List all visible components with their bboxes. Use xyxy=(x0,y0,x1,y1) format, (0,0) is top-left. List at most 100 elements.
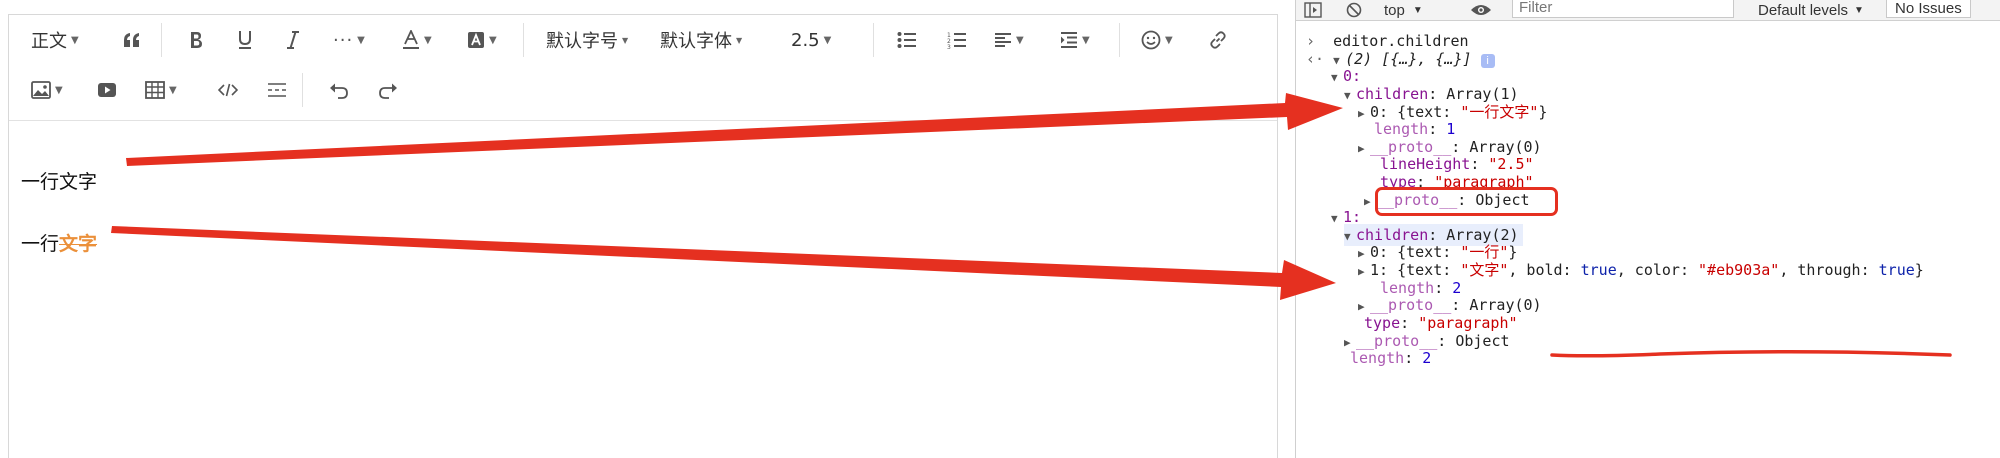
clear-console-button[interactable] xyxy=(1346,0,1362,20)
result-arrow-icon: ‹· xyxy=(1306,50,1325,68)
caret-down-icon: ▼ xyxy=(1165,34,1173,46)
toolbar-divider xyxy=(523,23,524,57)
issues-button[interactable]: No Issues xyxy=(1886,0,1971,18)
context-label: top xyxy=(1384,1,1405,19)
log-levels-select[interactable]: Default levels ▼ xyxy=(1758,0,1864,20)
tree-punct: , color: xyxy=(1616,261,1699,279)
toolbar-divider xyxy=(302,73,303,107)
caret-down-icon: ▼ xyxy=(357,34,365,46)
redo-button[interactable] xyxy=(378,73,398,107)
toolbar-row-1: 正文 ▼ ··· ▼ ▼ ▼ 默认字号 ▼ 默认字体 ▼ 2.5 ▼ 1 2 3… xyxy=(9,15,1277,65)
caret-down-icon: ▼ xyxy=(489,34,497,46)
more-icon: ··· xyxy=(333,29,354,51)
tree-value: true xyxy=(1878,261,1915,279)
numbered-list-icon: 123 xyxy=(947,32,966,49)
numbered-list-button[interactable]: 123 xyxy=(947,23,967,57)
expand-triangle-icon: ▼ xyxy=(1344,89,1351,102)
result-summary: (2) [{…}, {…}] xyxy=(1345,50,1472,68)
tree-punct: } xyxy=(1538,103,1548,121)
rich-text-editor: 正文 ▼ ··· ▼ ▼ ▼ 默认字号 ▼ 默认字体 ▼ 2.5 ▼ 1 2 3… xyxy=(8,14,1278,458)
tree-value: 2 xyxy=(1422,349,1432,367)
insert-image-button[interactable]: ▼ xyxy=(31,73,63,107)
console-filter-input[interactable]: Filter xyxy=(1512,0,1734,18)
sidebar-toggle-icon xyxy=(1304,2,1322,18)
caret-down-icon: ▼ xyxy=(71,34,79,46)
smiley-icon xyxy=(1141,30,1161,50)
paragraph-2-styled-text: 文字 xyxy=(59,233,98,255)
heading-select[interactable]: 正文 ▼ xyxy=(31,23,79,57)
font-color-icon xyxy=(403,30,419,49)
undo-icon xyxy=(330,83,348,99)
font-size-select[interactable]: 默认字号 ▼ xyxy=(546,23,628,57)
caret-down-icon: ▼ xyxy=(736,35,743,45)
toolbar-divider xyxy=(1119,23,1120,57)
tree-punct: , through: xyxy=(1779,261,1879,279)
align-left-icon xyxy=(995,33,1011,47)
video-icon xyxy=(98,83,116,97)
context-select[interactable]: top ▼ xyxy=(1384,0,1423,20)
tree-punct: : xyxy=(1404,349,1423,367)
tree-value: "文字" xyxy=(1460,261,1509,279)
undo-button[interactable] xyxy=(329,73,349,107)
justify-select[interactable]: ▼ xyxy=(994,23,1024,57)
underline-icon xyxy=(239,31,251,49)
editor-text-area[interactable]: 一行文字 一行文字 xyxy=(9,121,1277,458)
bulleted-list-button[interactable] xyxy=(897,23,917,57)
heading-select-label: 正文 xyxy=(31,31,67,52)
live-expression-button[interactable] xyxy=(1470,0,1492,20)
insert-link-button[interactable] xyxy=(1208,23,1228,57)
expand-triangle-icon: ▶ xyxy=(1358,265,1365,278)
devtools-console-panel: top ▼ Filter Default levels ▼ No Issues › … xyxy=(1295,0,2000,458)
redo-icon xyxy=(379,83,397,99)
quote-icon xyxy=(124,33,139,47)
toolbar-divider xyxy=(161,23,162,57)
indent-icon xyxy=(1061,32,1077,48)
svg-text:3: 3 xyxy=(947,44,951,49)
tree-value: "一行文字" xyxy=(1460,103,1539,121)
eye-icon xyxy=(1471,5,1491,15)
paragraph-1[interactable]: 一行文字 xyxy=(21,167,97,194)
table-icon xyxy=(145,81,165,99)
log-levels-label: Default levels xyxy=(1758,1,1849,19)
expand-triangle-icon: ▼ xyxy=(1331,212,1338,225)
bold-button[interactable] xyxy=(189,23,203,57)
underline-button[interactable] xyxy=(237,23,253,57)
editor-toolbar: 正文 ▼ ··· ▼ ▼ ▼ 默认字号 ▼ 默认字体 ▼ 2.5 ▼ 1 2 3… xyxy=(9,15,1277,121)
toolbar-row-2: ▼ ▼ xyxy=(9,65,1277,115)
caret-down-icon: ▼ xyxy=(1854,4,1864,16)
link-icon xyxy=(1210,31,1226,49)
toolbar-divider xyxy=(873,23,874,57)
divider-button[interactable] xyxy=(267,73,287,107)
info-icon: i xyxy=(1480,54,1495,68)
line-height-select[interactable]: 2.5 ▼ xyxy=(791,23,831,57)
italic-icon xyxy=(287,31,299,49)
indent-select[interactable]: ▼ xyxy=(1060,23,1090,57)
caret-down-icon: ▼ xyxy=(1412,4,1423,16)
paragraph-1-text: 一行文字 xyxy=(21,171,98,193)
caret-down-icon: ▼ xyxy=(1016,34,1024,46)
insert-table-button[interactable]: ▼ xyxy=(145,73,177,107)
tree-value: true xyxy=(1580,261,1617,279)
tree-punct: , bold: xyxy=(1508,261,1581,279)
caret-down-icon: ▼ xyxy=(424,34,432,46)
expand-triangle-icon: ▶ xyxy=(1358,107,1365,120)
blockquote-button[interactable] xyxy=(122,23,142,57)
background-color-button[interactable]: ▼ xyxy=(467,23,497,57)
code-block-button[interactable] xyxy=(218,73,238,107)
paragraph-2[interactable]: 一行文字 xyxy=(21,229,97,256)
block-icon xyxy=(1346,2,1362,18)
insert-video-button[interactable] xyxy=(97,73,117,107)
tree-key: length xyxy=(1350,349,1405,367)
background-color-icon xyxy=(468,32,484,48)
show-sidebar-button[interactable] xyxy=(1304,0,1322,20)
font-family-select[interactable]: 默认字体 ▼ xyxy=(660,23,742,57)
emotion-button[interactable]: ▼ xyxy=(1141,23,1173,57)
italic-button[interactable] xyxy=(286,23,300,57)
caret-down-icon: ▼ xyxy=(169,84,177,96)
more-styles-button[interactable]: ··· ▼ xyxy=(333,23,365,57)
line-height-label: 2.5 xyxy=(791,29,820,51)
bold-icon xyxy=(191,32,202,48)
font-color-button[interactable]: ▼ xyxy=(402,23,432,57)
image-icon xyxy=(31,81,51,99)
bulleted-list-icon xyxy=(897,32,916,48)
